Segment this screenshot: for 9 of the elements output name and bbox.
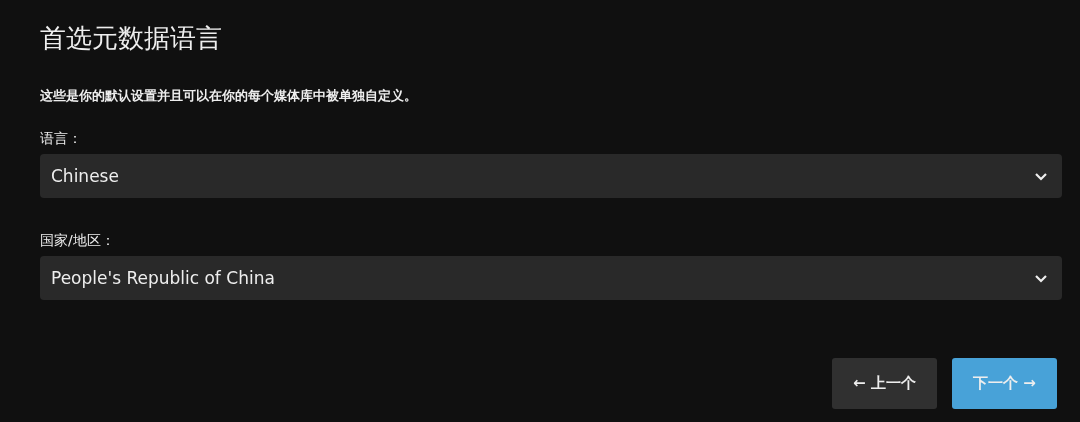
dropdown-select[interactable]: People's Republic of China bbox=[40, 256, 1062, 300]
back-button[interactable]: ← 上一个 bbox=[832, 358, 937, 409]
field-label: 语言： bbox=[40, 129, 82, 148]
chevron-down-icon bbox=[1034, 171, 1048, 181]
chevron-down-icon bbox=[1034, 273, 1048, 283]
field-label: 国家/地区： bbox=[40, 231, 115, 250]
description-text: 这些是你的默认设置并且可以在你的每个媒体库中被单独自定义。 bbox=[40, 87, 418, 105]
dropdown-select[interactable]: Chinese bbox=[40, 154, 1062, 198]
page-title: 首选元数据语言 bbox=[40, 22, 223, 55]
